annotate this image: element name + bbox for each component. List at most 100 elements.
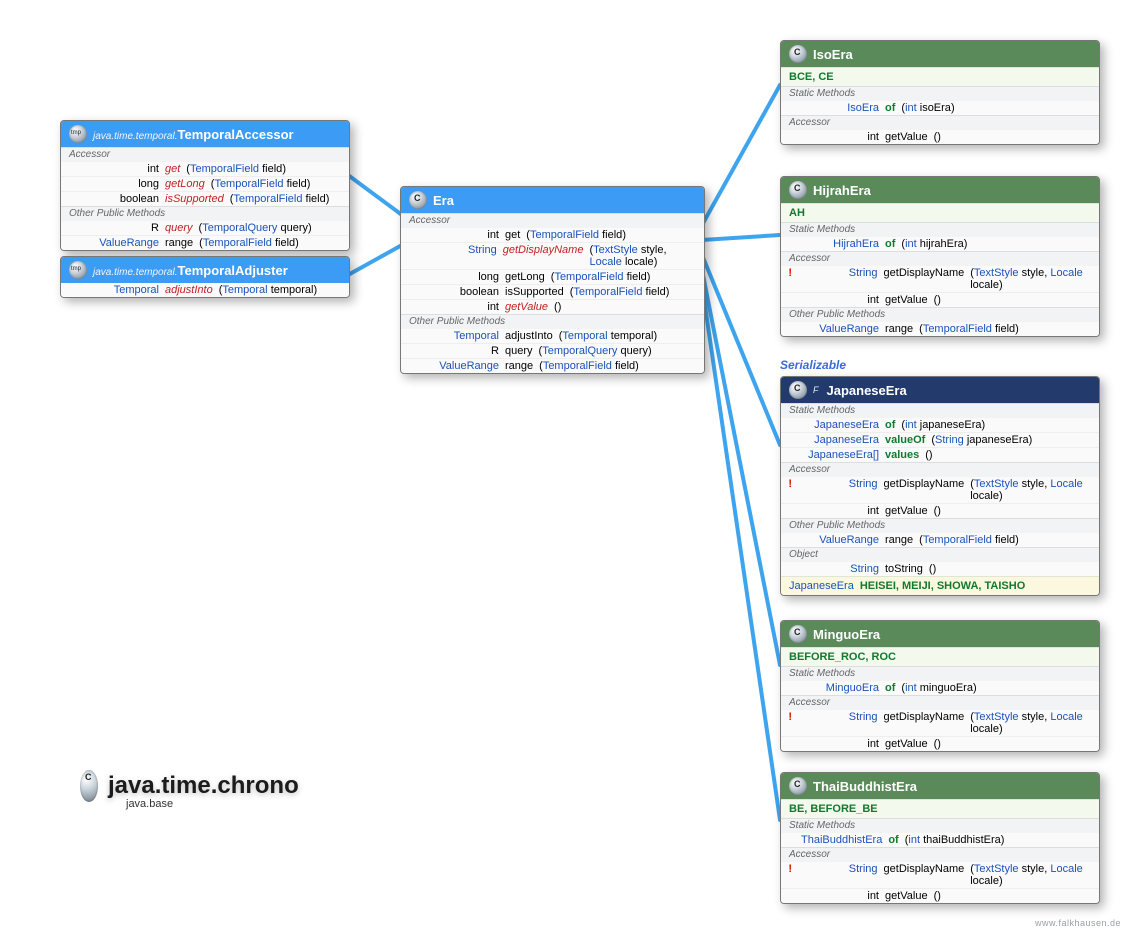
method-name: getDisplayName [884,478,965,502]
return-type: HijrahEra [801,238,879,250]
method-row: intgetValue() [401,299,704,314]
return-type: JapaneseEra [801,419,879,431]
return-type: String [800,478,878,502]
params: (TemporalField field) [526,229,626,241]
method-row: JapaneseEravalueOf(String japaneseEra) [781,432,1099,447]
method-row: intgetValue() [781,130,1099,144]
method-name: range [505,360,533,372]
method-row: JapaneseEraof(int japaneseEra) [781,418,1099,432]
return-type: String [800,267,878,291]
section-title: Static Methods [781,666,1099,681]
method-row: ValueRangerange(TemporalField field) [781,322,1099,336]
method-name: get [165,163,180,175]
class-japaneseera: FJapaneseEra Static MethodsJapaneseEraof… [780,376,1100,596]
class-header: java.time.temporal.TemporalAdjuster [61,257,349,283]
method-row: intgetValue() [781,888,1099,903]
params: () [925,449,932,461]
section-title: Static Methods [781,818,1099,833]
section-title: Other Public Methods [781,307,1099,322]
section-title: Other Public Methods [401,314,704,329]
enum-icon [789,777,807,795]
method-name: getLong [165,178,205,190]
enum-constants: BEFORE_ROC, ROC [781,647,1099,666]
method-row: JapaneseEra[]values() [781,447,1099,462]
params: (TemporalField field) [199,237,299,249]
enum-constants: BE, BEFORE_BE [781,799,1099,818]
method-row: HijrahEraof(int hijrahEra) [781,237,1099,251]
class-name: TemporalAccessor [177,127,293,142]
method-row: !StringgetDisplayName(TextStyle style, L… [781,266,1099,292]
method-name: toString [885,563,923,575]
return-type: MinguoEra [801,682,879,694]
class-name: ThaiBuddhistEra [813,779,917,794]
class-hijrahera: HijrahEra AH Static MethodsHijrahEraof(i… [780,176,1100,337]
params: (TemporalField field) [919,323,1019,335]
return-type: R [421,345,499,357]
method-row: TemporaladjustInto(Temporal temporal) [61,283,349,297]
class-era: Era Accessorintget(TemporalField field)S… [400,186,705,374]
params: () [934,505,941,517]
interface-icon [69,125,87,143]
package-prefix: java.time.temporal. [93,267,177,278]
method-name: getValue [885,131,928,143]
params: (TemporalQuery query) [199,222,312,234]
method-name: valueOf [885,434,925,446]
method-name: getValue [505,301,548,313]
static-constants: JapaneseEraHEISEI, MEIJI, SHOWA, TAISHO [781,576,1099,595]
params: (TextStyle style, Locale locale) [970,478,1091,502]
method-name: adjustInto [505,330,553,342]
serializable-label: Serializable [780,358,846,372]
method-name: of [888,834,898,846]
params: (TextStyle style, Locale locale) [970,711,1091,735]
return-type: int [801,294,879,306]
method-name: range [165,237,193,249]
params: (String japaneseEra) [931,434,1032,446]
params: (TextStyle style, Locale locale) [589,244,696,268]
method-row: intgetValue() [781,292,1099,307]
method-name: getDisplayName [503,244,584,268]
section-title: Accessor [781,115,1099,130]
params: (TemporalField field) [570,286,670,298]
class-temporaladjuster: java.time.temporal.TemporalAdjuster Temp… [60,256,350,298]
params: (TemporalField field) [230,193,330,205]
method-name: getDisplayName [884,863,965,887]
method-name: getDisplayName [884,711,965,735]
method-name: of [885,419,895,431]
method-name: isSupported [505,286,564,298]
method-name: range [885,534,913,546]
return-type: int [801,505,879,517]
method-name: query [165,222,193,234]
method-name: getValue [885,738,928,750]
enum-constants: AH [781,203,1099,222]
return-type: int [801,738,879,750]
return-type: boolean [81,193,159,205]
section-title: Accessor [401,213,704,228]
method-row: booleanisSupported(TemporalField field) [401,284,704,299]
method-name: getValue [885,294,928,306]
method-row: Rquery(TemporalQuery query) [61,221,349,235]
section-title: Accessor [781,847,1099,862]
method-row: !StringgetDisplayName(TextStyle style, L… [781,477,1099,503]
method-row: MinguoEraof(int minguoEra) [781,681,1099,695]
return-type: String [800,711,878,735]
method-name: getValue [885,890,928,902]
method-name: adjustInto [165,284,213,296]
return-type: long [421,271,499,283]
class-isoera: IsoEra BCE, CE Static MethodsIsoEraof(in… [780,40,1100,145]
return-type: String [801,563,879,575]
package-icon [80,770,98,802]
enum-constants: BCE, CE [781,67,1099,86]
method-row: !StringgetDisplayName(TextStyle style, L… [781,710,1099,736]
params: (TemporalQuery query) [539,345,652,357]
section-title: Static Methods [781,403,1099,418]
method-row: StringtoString() [781,562,1099,576]
params: (TextStyle style, Locale locale) [970,863,1091,887]
return-type: int [81,163,159,175]
method-name: isSupported [165,193,224,205]
package-label: java.time.chrono java.base [80,770,299,802]
params: (int isoEra) [901,102,954,114]
return-type: JapaneseEra[] [801,449,879,461]
class-name: JapaneseEra [827,383,907,398]
method-row: longgetLong(TemporalField field) [401,269,704,284]
watermark: www.falkhausen.de [1035,918,1121,928]
